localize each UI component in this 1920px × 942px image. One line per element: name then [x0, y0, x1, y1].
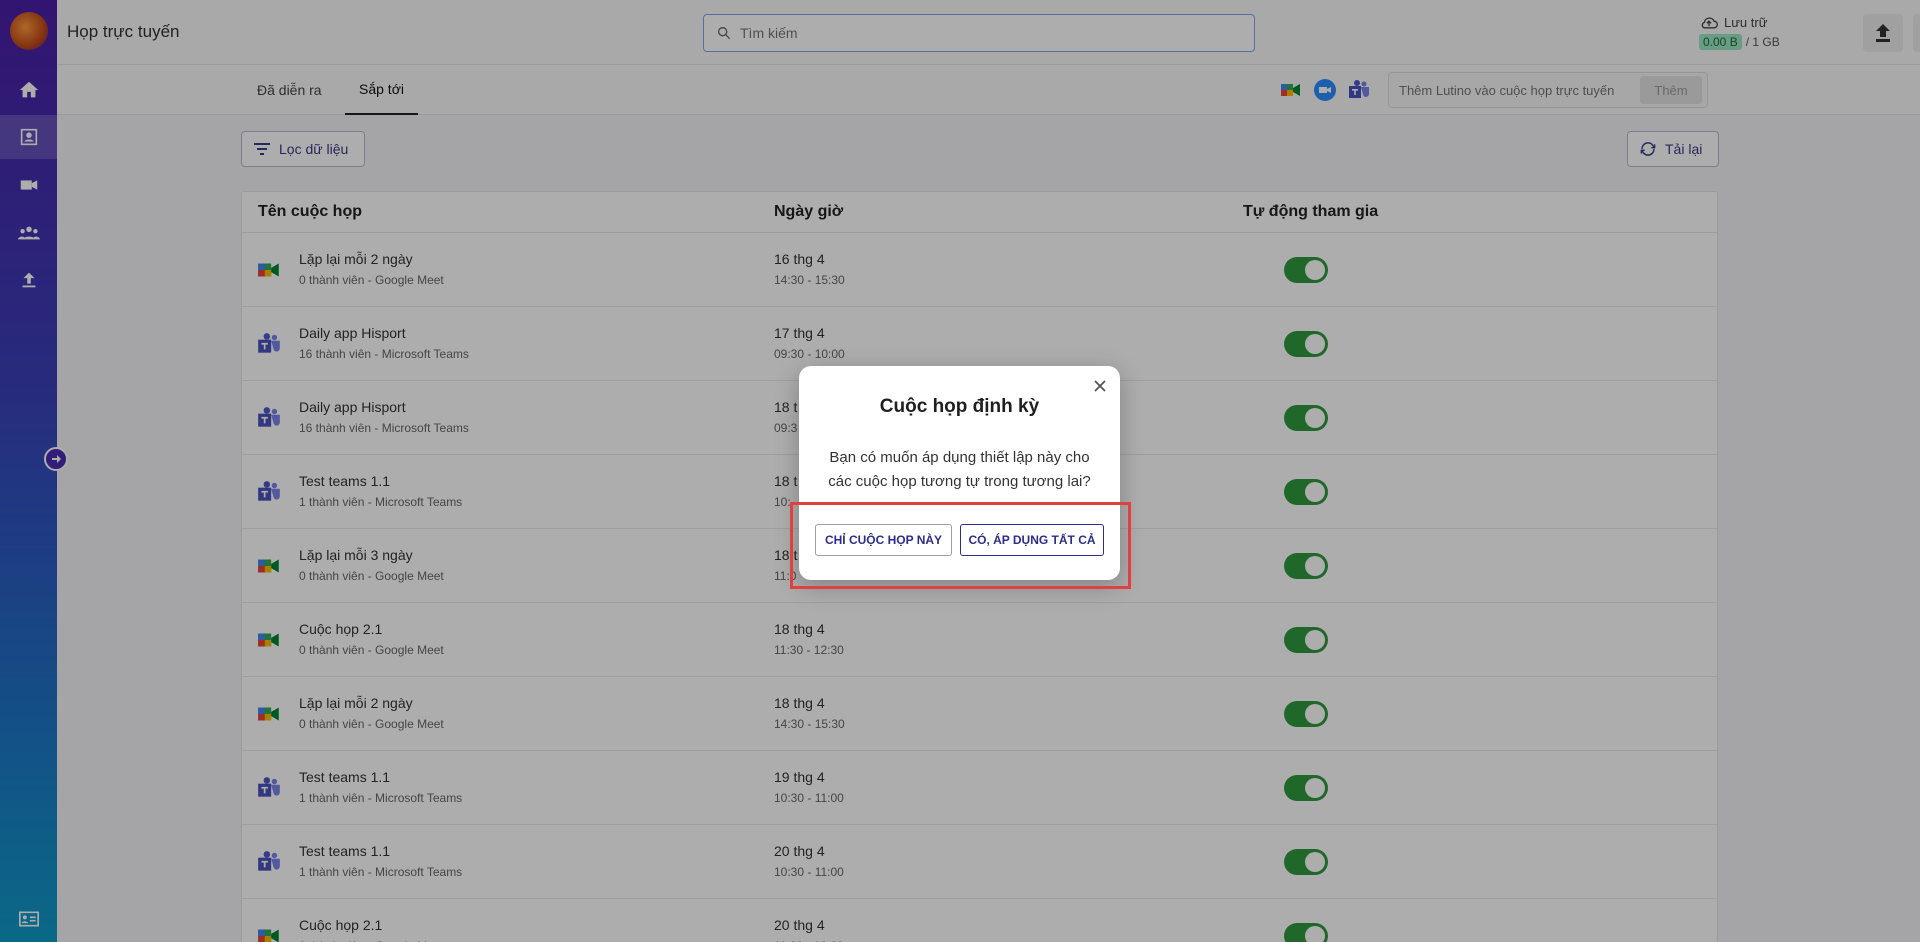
dialog-actions: CHỈ CUỘC HỌP NÀY CÓ, ÁP DỤNG TẤT CẢ [815, 524, 1104, 556]
dialog-message: Bạn có muốn áp dụng thiết lập này cho cá… [828, 449, 1091, 490]
close-icon [1094, 380, 1106, 392]
app-root: Họp trực tuyến Lưu trữ 0.00 B / 1 GB D Đ… [0, 0, 1920, 942]
dialog-close-button[interactable] [1092, 378, 1108, 394]
recurring-meeting-dialog: Cuộc họp định kỳ Bạn có muốn áp dụng thi… [799, 366, 1120, 580]
dialog-title: Cuộc họp định kỳ [879, 396, 1040, 417]
this-meeting-only-button[interactable]: CHỈ CUỘC HỌP NÀY [815, 524, 952, 556]
apply-to-all-button[interactable]: CÓ, ÁP DỤNG TẤT CẢ [960, 524, 1104, 556]
